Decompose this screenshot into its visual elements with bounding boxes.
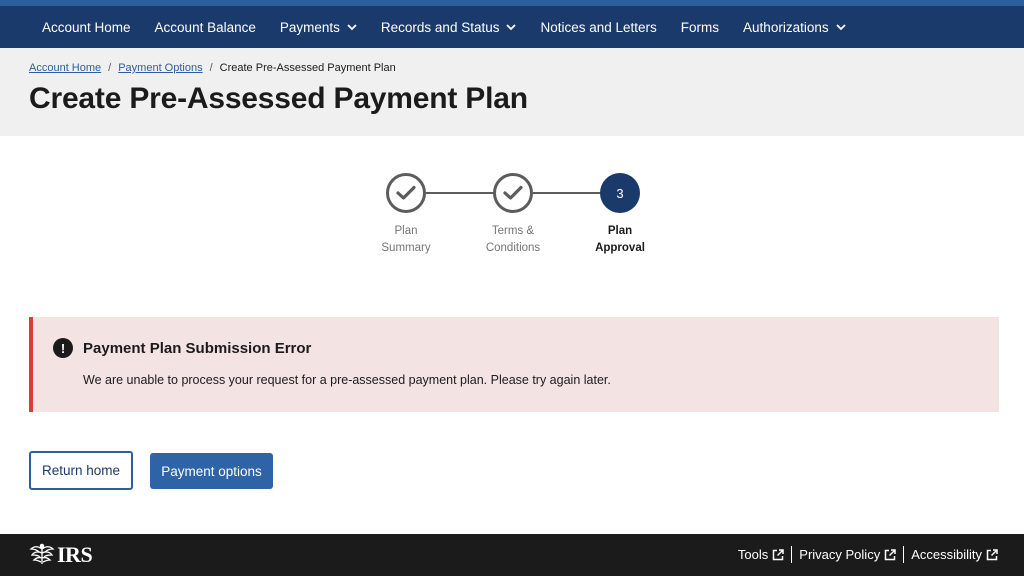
footer-accessibility-link[interactable]: Accessibility <box>911 547 998 562</box>
check-icon <box>503 185 523 200</box>
step-plan-summary-label: Plan Summary <box>351 223 461 257</box>
breadcrumb-separator: / <box>108 62 112 74</box>
irs-logo[interactable]: IRS <box>29 542 93 568</box>
nav-account-home-label: Account Home <box>42 19 131 35</box>
chevron-down-icon <box>835 23 846 31</box>
external-link-icon <box>773 548 785 560</box>
footer-link-label: Privacy Policy <box>799 547 881 562</box>
step-connector <box>426 192 494 194</box>
step-label-line: Plan <box>607 225 633 237</box>
progress-stepper: 3 Plan Summary Terms & Conditions Plan A… <box>0 170 1024 260</box>
step-label-line: Terms & <box>491 225 535 237</box>
nav-payments[interactable]: Payments <box>268 6 369 48</box>
footer-link-label: Tools <box>737 547 769 562</box>
step-label-line: Conditions <box>485 242 541 254</box>
alert-message: We are unable to process your request fo… <box>83 373 611 387</box>
step-terms-indicator <box>493 173 533 213</box>
chevron-down-icon <box>347 23 357 31</box>
nav-authorizations[interactable]: Authorizations <box>731 6 858 48</box>
error-alert: ! Payment Plan Submission Error We are u… <box>29 317 999 412</box>
step-plan-summary-indicator <box>386 173 426 213</box>
nav-records-and-status[interactable]: Records and Status <box>369 6 529 48</box>
nav-payments-label: Payments <box>279 19 340 35</box>
footer-link-label: Accessibility <box>911 547 982 562</box>
page-header: Account Home / Payment Options / Create … <box>0 48 1024 136</box>
payment-options-button[interactable]: Payment options <box>150 453 273 489</box>
footer-links: Tools Privacy Policy Accessibility <box>738 546 998 563</box>
step-terms-label: Terms & Conditions <box>458 223 568 257</box>
nav-account-balance-label: Account Balance <box>154 19 256 35</box>
footer-tools-link[interactable]: Tools <box>737 547 785 562</box>
external-link-icon <box>986 548 998 560</box>
nav-account-balance[interactable]: Account Balance <box>143 6 268 48</box>
step-connector <box>533 192 601 194</box>
exclamation-icon: ! <box>53 338 73 358</box>
nav-notices-and-letters[interactable]: Notices and Letters <box>528 6 668 48</box>
breadcrumb: Account Home / Payment Options / Create … <box>29 62 396 74</box>
nav-authorizations-label: Authorizations <box>743 19 829 35</box>
nav-records-label: Records and Status <box>380 19 500 35</box>
nav-account-home[interactable]: Account Home <box>30 6 143 48</box>
check-icon <box>396 185 416 200</box>
breadcrumb-payment-options-link[interactable]: Payment Options <box>118 62 202 74</box>
footer-divider <box>903 546 905 563</box>
step-plan-approval-indicator: 3 <box>600 173 640 213</box>
breadcrumb-current: Create Pre-Assessed Payment Plan <box>219 62 396 74</box>
breadcrumb-separator: / <box>209 62 213 74</box>
return-home-button[interactable]: Return home <box>29 451 133 490</box>
irs-eagle-icon <box>29 543 55 564</box>
main-nav: Account Home Account Balance Payments Re… <box>0 6 1024 48</box>
page-title: Create Pre-Assessed Payment Plan <box>29 82 528 115</box>
nav-notices-label: Notices and Letters <box>540 19 657 35</box>
external-link-icon <box>884 548 896 560</box>
nav-forms-label: Forms <box>680 19 720 35</box>
step-number: 3 <box>616 185 624 201</box>
step-plan-approval-label: Plan Approval <box>565 223 675 257</box>
step-label-line: Approval <box>595 242 645 254</box>
footer-privacy-policy-link[interactable]: Privacy Policy <box>799 547 896 562</box>
alert-title: Payment Plan Submission Error <box>83 340 312 357</box>
step-label-line: Plan <box>394 225 418 237</box>
logo-text: IRS <box>57 542 93 567</box>
chevron-down-icon <box>506 23 517 31</box>
step-label-line: Summary <box>381 242 431 254</box>
footer-divider <box>791 546 793 563</box>
nav-forms[interactable]: Forms <box>669 6 731 48</box>
breadcrumb-account-home-link[interactable]: Account Home <box>29 62 101 74</box>
site-footer: IRS Tools Privacy Policy Accessibility <box>0 534 1024 576</box>
